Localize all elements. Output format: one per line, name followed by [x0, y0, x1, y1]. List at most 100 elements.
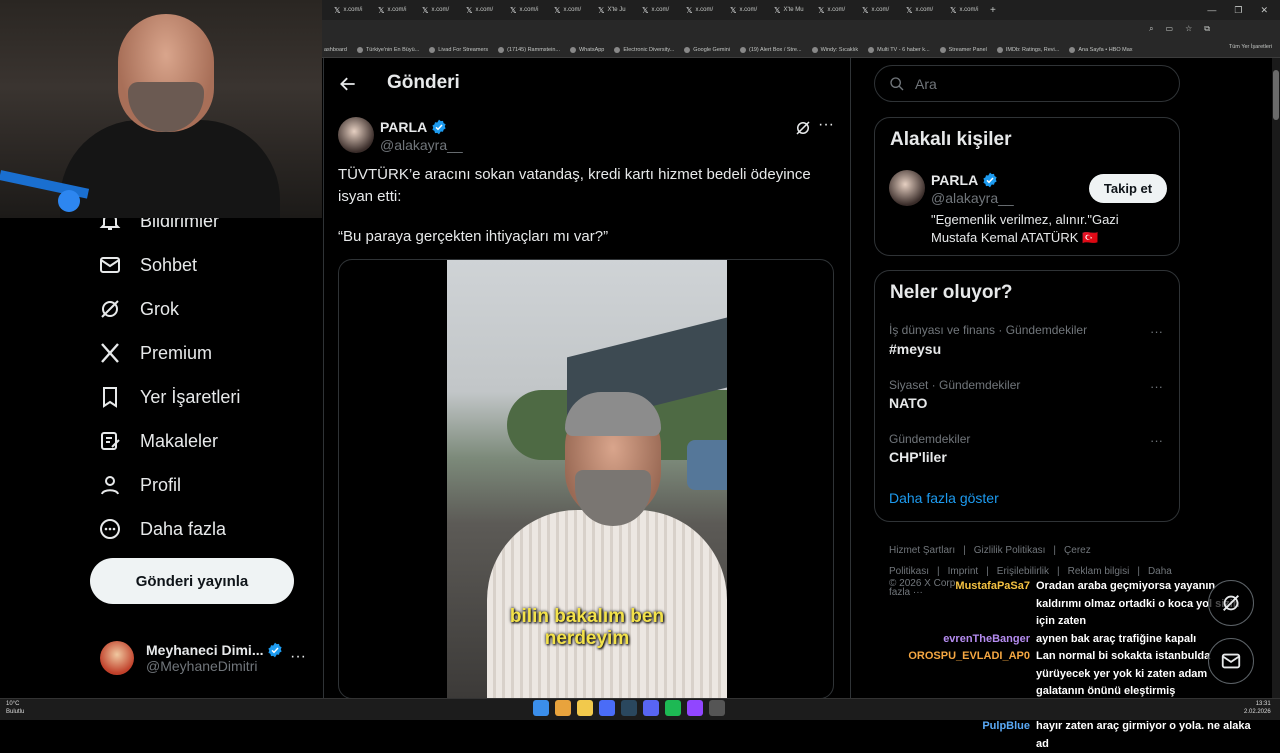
taskbar-clock[interactable]: 13:31 2.02.2026 — [1244, 700, 1271, 716]
post-media[interactable]: bilin bakalım ben nerdeyim — [338, 259, 834, 699]
trend-name[interactable]: NATO — [889, 395, 927, 411]
nav-item-yer-i-şaretleri[interactable]: Yer İşaretleri — [98, 380, 240, 414]
browser-tab[interactable]: 𝕏 X'te Ju — [586, 1, 630, 19]
bookmark-item[interactable]: Windy: Sıcaklık — [811, 46, 858, 53]
explorer-icon[interactable] — [577, 700, 593, 716]
x-favicon-icon: 𝕏 — [598, 5, 605, 15]
footer-link[interactable]: Erişilebilirlik — [997, 566, 1049, 577]
bookmark-item[interactable]: Ana Sayfa • HBO Max — [1069, 46, 1133, 53]
nav-item-makaleler[interactable]: Makaleler — [98, 424, 218, 458]
restore-icon[interactable]: ❐ — [1234, 5, 1242, 16]
new-tab-icon[interactable]: + — [982, 5, 996, 16]
browser-tab[interactable]: 𝕏 X'te Mu — [762, 1, 806, 19]
cast-icon[interactable]: ▭ — [1166, 24, 1174, 34]
browser-tab[interactable]: 𝕏x.com/i — [498, 1, 542, 19]
search-input[interactable]: Ara — [874, 65, 1180, 102]
bookmark-item[interactable]: Multi TV - 6 haber k... — [868, 46, 930, 53]
browser-tab[interactable]: 𝕏x.com/i — [938, 1, 982, 19]
spotify-icon[interactable] — [665, 700, 681, 716]
browser-tab[interactable]: 𝕏x.com/i — [322, 1, 366, 19]
bookmarks-folder[interactable]: Tüm Yer İşaretleri — [1229, 44, 1272, 50]
post-more-icon[interactable]: ··· — [818, 116, 834, 134]
chat-username: OROSPU_EVLADI_AP0 — [908, 650, 1030, 662]
app-icon[interactable] — [709, 700, 725, 716]
scrollbar-thumb[interactable] — [1273, 70, 1279, 120]
browser-tab[interactable]: 𝕏x.com/ — [718, 1, 762, 19]
bookmark-item[interactable]: (19) Alert Box / Stre... — [739, 46, 802, 53]
bookmark-item[interactable]: Streamer Panel — [939, 46, 987, 53]
browser-tab[interactable]: 𝕏x.com/ — [454, 1, 498, 19]
bookmark-label: Ana Sayfa • HBO Max — [1078, 46, 1133, 53]
related-handle[interactable]: @alakayra__ — [931, 190, 1014, 206]
follow-button[interactable]: Takip et — [1089, 174, 1167, 203]
post-author-handle[interactable]: @alakayra__ — [380, 137, 463, 153]
address-bar[interactable] — [322, 20, 1280, 42]
post-button[interactable]: Gönderi yayınla — [90, 558, 294, 604]
bookmark-favicon-icon — [569, 46, 576, 53]
nav-item-label: Premium — [140, 342, 213, 363]
post-author-name[interactable]: PARLA — [380, 119, 447, 135]
page-title: Gönderi — [387, 72, 460, 93]
app-icon[interactable] — [599, 700, 615, 716]
related-avatar[interactable] — [889, 170, 925, 206]
trend-name[interactable]: #meysu — [889, 341, 941, 357]
weather-widget[interactable]: 10°C Bulutlu — [6, 700, 24, 716]
minimize-icon[interactable]: — — [1207, 5, 1216, 15]
close-window-icon[interactable]: ✕ — [1260, 5, 1268, 16]
nav-item-sohbet[interactable]: Sohbet — [98, 248, 197, 282]
trend-more-icon[interactable]: ··· — [1150, 379, 1163, 394]
scrollbar[interactable] — [1272, 58, 1280, 698]
bookmark-item[interactable]: Electronic Diversity... — [614, 46, 674, 53]
back-arrow-icon[interactable] — [338, 74, 358, 99]
bookmark-item[interactable]: Türkiye'nin En Büyü... — [356, 46, 419, 53]
footer-link[interactable]: Imprint — [948, 566, 979, 577]
footer-link[interactable]: Gizlilik Politikası — [974, 545, 1046, 556]
grok-icon[interactable] — [794, 119, 812, 142]
twitch-icon[interactable] — [687, 700, 703, 716]
tab-strip: 𝕏x.com/i 𝕏x.com/i 𝕏x.com/𝕏x.com/𝕏x.com/i 𝕏x… — [322, 0, 1280, 20]
browser-tab[interactable]: 𝕏x.com/ — [630, 1, 674, 19]
grok-floating-button[interactable] — [1208, 580, 1254, 626]
post-author-avatar[interactable] — [338, 117, 374, 153]
browser-tab[interactable]: 𝕏x.com/ — [894, 1, 938, 19]
video-player[interactable]: bilin bakalım ben nerdeyim — [447, 260, 727, 698]
avatar — [100, 641, 134, 675]
messages-floating-button[interactable] — [1208, 638, 1254, 684]
browser-tab[interactable]: 𝕏x.com/ — [410, 1, 454, 19]
footer-link[interactable]: Reklam bilgisi — [1068, 566, 1130, 577]
bookmark-item[interactable]: Google Gemini — [684, 46, 730, 53]
browser-tab[interactable]: 𝕏x.com/ — [806, 1, 850, 19]
star-icon[interactable]: ☆ — [1185, 24, 1192, 34]
bookmark-item[interactable]: ashboard — [324, 47, 347, 53]
trend-more-icon[interactable]: ··· — [1150, 324, 1163, 339]
discord-icon[interactable] — [643, 700, 659, 716]
trend-more-icon[interactable]: ··· — [1150, 433, 1163, 448]
account-switcher[interactable]: Meyhaneci Dimi... @MeyhaneDimitri — [100, 636, 310, 680]
nav-item-daha-fazla[interactable]: Daha fazla — [98, 512, 226, 546]
browser-tab[interactable]: 𝕏x.com/ — [542, 1, 586, 19]
nav-item-grok[interactable]: Grok — [98, 292, 179, 326]
zoom-icon[interactable]: ⌕ — [1149, 24, 1153, 34]
steam-icon[interactable] — [621, 700, 637, 716]
nav-item-profil[interactable]: Profil — [98, 468, 181, 502]
browser-tab[interactable]: 𝕏x.com/ — [674, 1, 718, 19]
bookmark-item[interactable]: WhatsApp — [569, 46, 604, 53]
browser-tab[interactable]: 𝕏x.com/ — [850, 1, 894, 19]
browser-tab[interactable]: 𝕏x.com/i — [366, 1, 410, 19]
video-car — [687, 440, 727, 490]
show-more-link[interactable]: Daha fazla göster — [889, 490, 999, 506]
bookmark-item[interactable]: Livad For Streamers — [429, 46, 488, 53]
extensions-icon[interactable]: ⧉ — [1204, 24, 1210, 34]
trend-name[interactable]: CHP'liler — [889, 449, 947, 465]
nav-item-premium[interactable]: Premium — [98, 336, 212, 370]
bookmark-item[interactable]: (17145) Rammstein... — [498, 46, 560, 53]
windows-start-icon[interactable] — [533, 700, 549, 716]
footer-link[interactable]: Hizmet Şartları — [889, 545, 955, 556]
verified-badge-icon — [432, 119, 446, 135]
nav-item-label: Sohbet — [140, 254, 198, 275]
bookmark-label: (17145) Rammstein... — [507, 46, 560, 53]
account-more-icon[interactable]: ··· — [290, 648, 306, 666]
bookmark-item[interactable]: IMDb: Ratings, Revi... — [996, 46, 1059, 53]
related-name[interactable]: PARLA — [931, 172, 998, 188]
chrome-icon[interactable] — [555, 700, 571, 716]
